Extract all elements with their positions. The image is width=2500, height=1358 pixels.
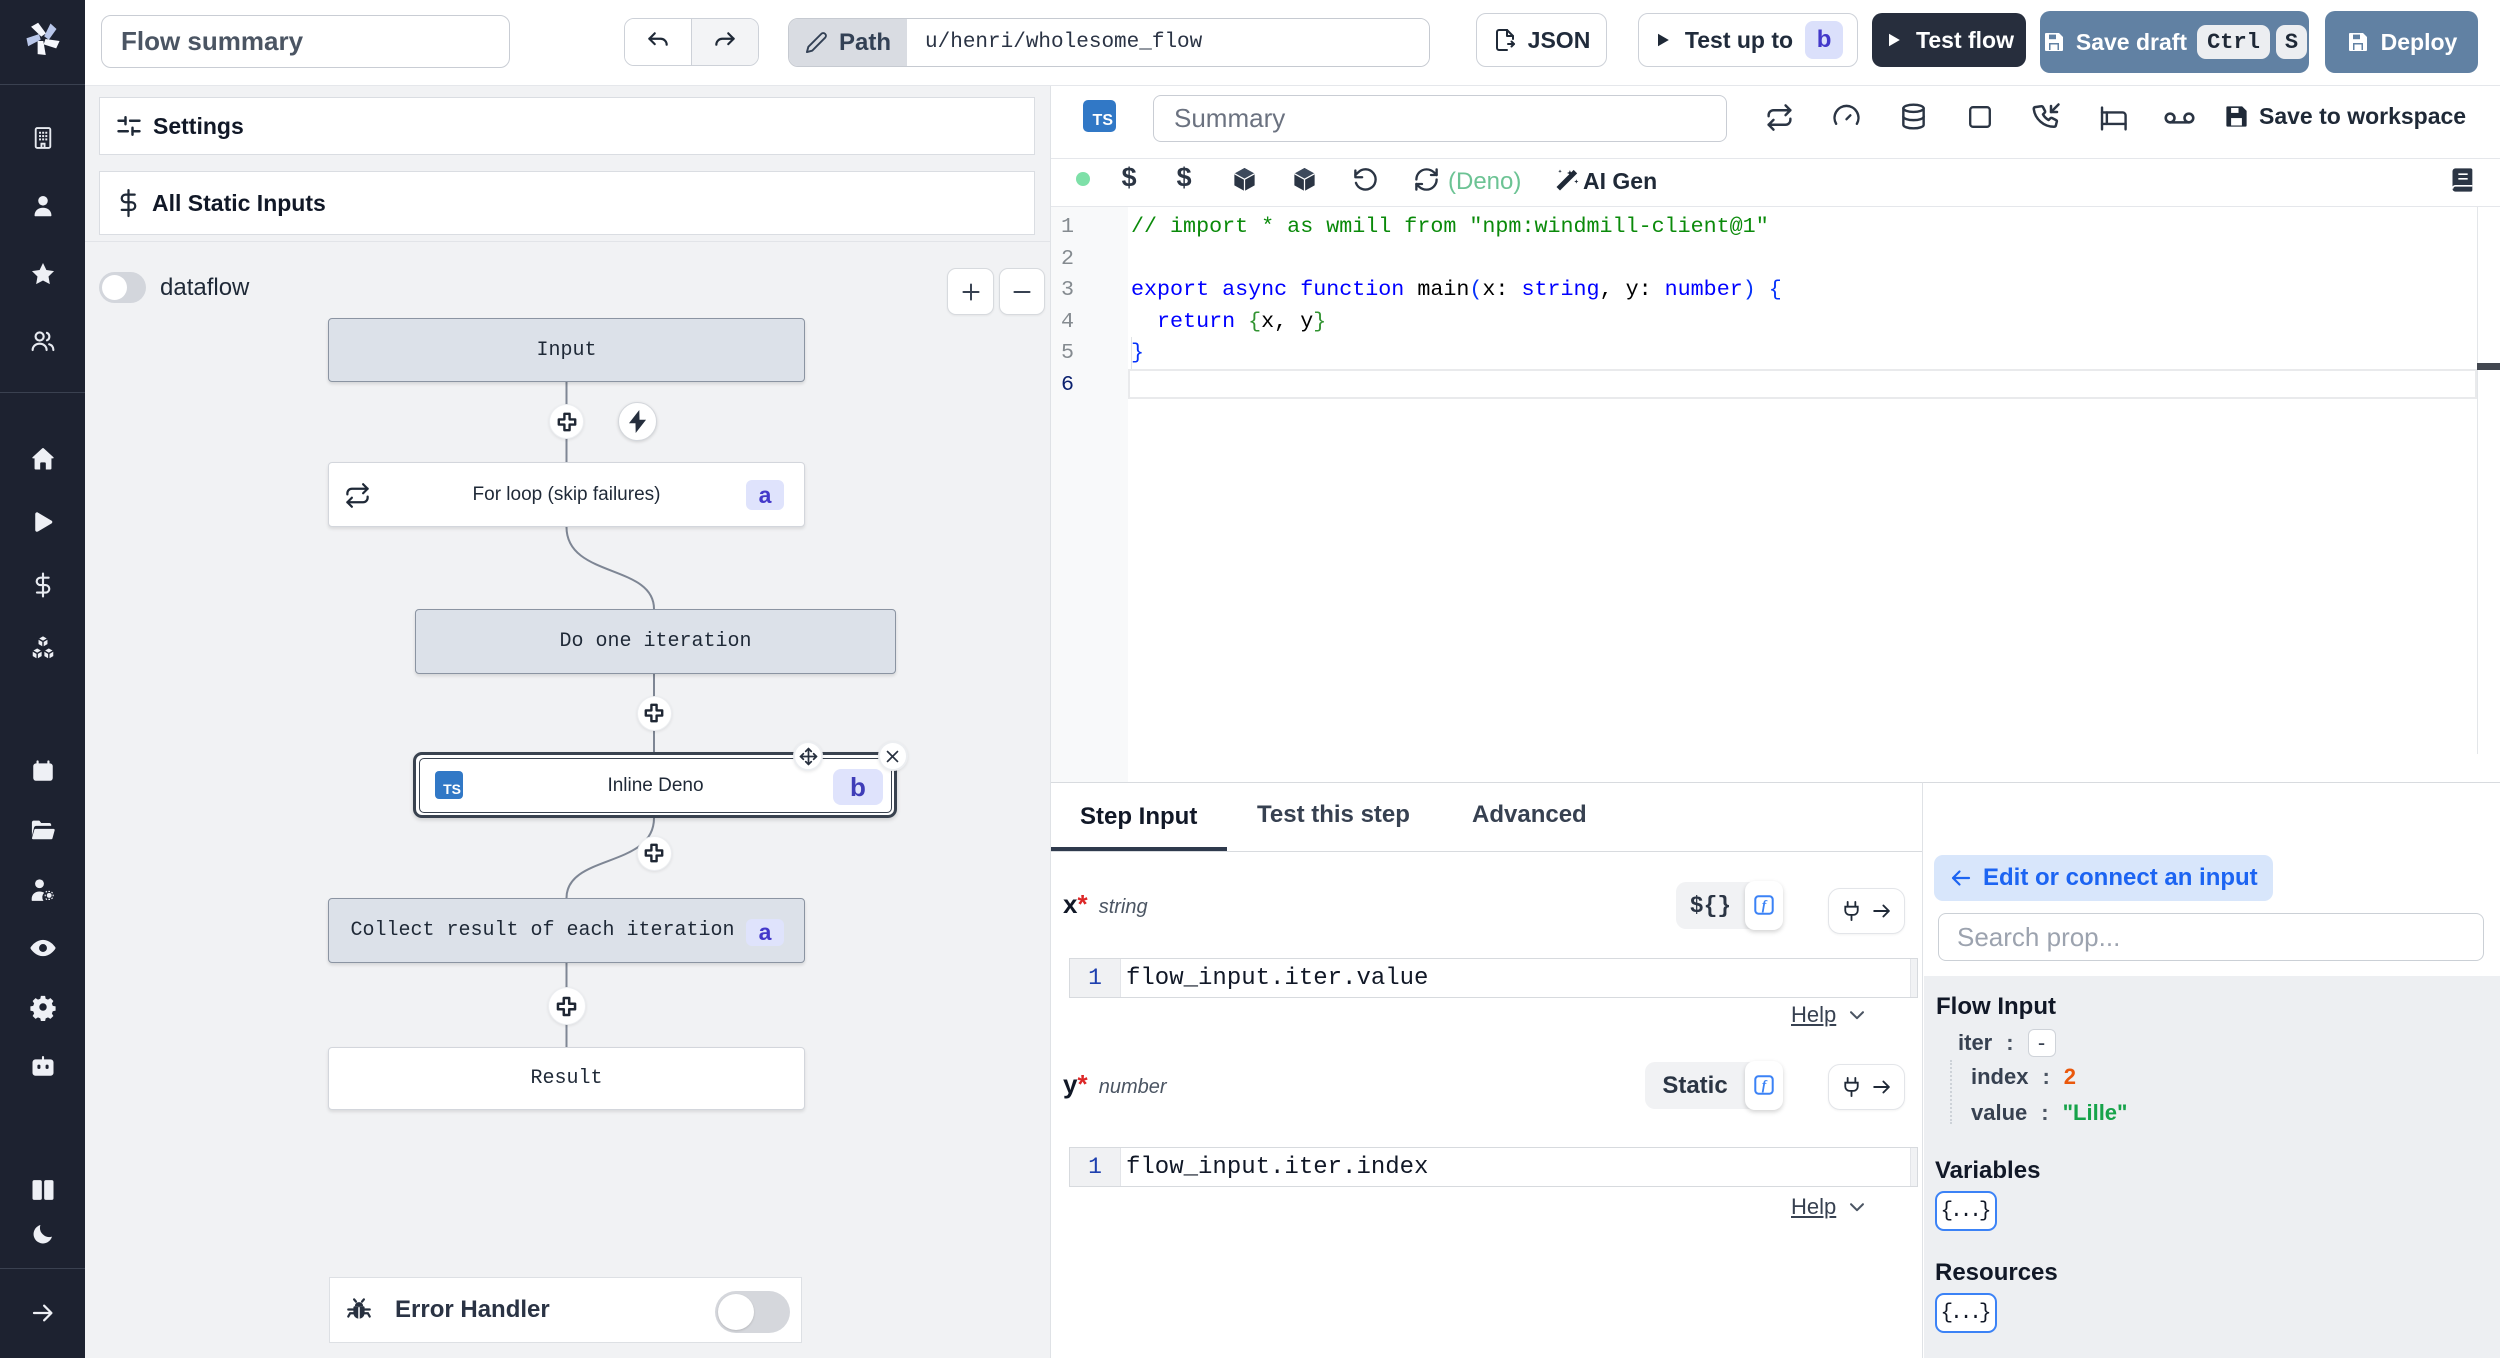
- svg-text:f: f: [1762, 1078, 1768, 1093]
- svg-text:f: f: [1762, 898, 1768, 913]
